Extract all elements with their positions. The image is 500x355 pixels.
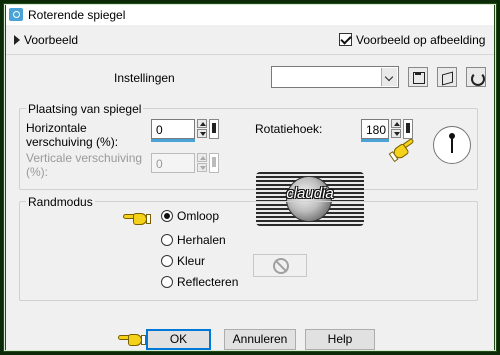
rotation-angle-underline [361,139,389,142]
pointing-hand-icon [123,211,151,227]
rotation-angle-input[interactable]: 180 [361,119,389,142]
horizontal-lock-icon[interactable] [209,119,219,139]
stepper-down-icon[interactable] [197,129,207,138]
radio-herhalen[interactable] [161,234,173,246]
preset-dropdown[interactable] [271,66,399,88]
expand-triangle-icon[interactable] [14,35,20,45]
stepper-down-icon[interactable] [197,163,207,172]
app-icon [9,8,23,21]
rotation-angle-stepper[interactable] [391,119,401,139]
vertical-offset-label: Verticale verschuiving (%): [26,151,143,179]
mirror-placement-legend: Plaatsing van spiegel [26,102,144,116]
settings-label: Instellingen [114,71,175,85]
preview-on-image-checkbox[interactable] [339,33,352,46]
watermark-text: claudia [286,185,334,202]
rotation-dial[interactable] [433,126,471,164]
radio-kleur[interactable] [161,255,173,267]
ok-button[interactable]: OK [146,329,211,350]
vertical-lock-icon[interactable] [209,153,219,173]
stepper-up-icon[interactable] [391,119,401,128]
cancel-button[interactable]: Annuleren [224,329,296,350]
horizontal-offset-underline [151,139,195,142]
horizontal-offset-label: Horizontale verschuiving (%): [26,121,119,149]
chevron-down-icon[interactable] [381,68,397,86]
radio-omloop-label[interactable]: Omloop [177,209,219,223]
preview-on-image-label[interactable]: Voorbeeld op afbeelding [356,33,485,47]
save-preset-button[interactable] [408,67,428,87]
horizontal-offset-value: 0 [156,123,163,137]
vertical-offset-stepper[interactable] [197,153,207,173]
stepper-down-icon[interactable] [391,129,401,138]
radio-herhalen-label[interactable]: Herhalen [177,233,226,247]
rotation-angle-label: Rotatiehoek: [255,122,323,136]
stepper-up-icon[interactable] [197,119,207,128]
vertical-offset-input[interactable]: 0 [151,153,195,173]
horizontal-offset-input[interactable]: 0 [151,119,195,142]
preview-toggle-label[interactable]: Voorbeeld [24,33,78,47]
horizontal-offset-stepper[interactable] [197,119,207,139]
edge-mode-legend: Randmodus [26,195,95,209]
title-bar: Roterende spiegel [6,5,494,25]
radio-kleur-label[interactable]: Kleur [177,254,205,268]
rotation-angle-value: 180 [366,123,387,137]
stepper-up-icon[interactable] [197,153,207,162]
no-color-icon [273,258,289,274]
radio-reflecteren-label[interactable]: Reflecteren [177,275,238,289]
preview-bar: Voorbeeld Voorbeeld op afbeelding [6,25,494,55]
edge-mode-group [19,201,478,301]
randomize-button[interactable] [437,67,457,87]
radio-reflecteren[interactable] [161,276,173,288]
vertical-offset-value: 0 [156,157,163,171]
reset-button[interactable] [466,67,486,87]
radio-omloop[interactable] [161,210,173,222]
pointing-hand-icon [118,332,146,348]
color-swatch[interactable] [253,254,307,277]
help-button[interactable]: Help [305,329,375,350]
window-title: Roterende spiegel [28,8,126,22]
dialog-window: Roterende spiegel Voorbeeld Voorbeeld op… [6,5,494,350]
